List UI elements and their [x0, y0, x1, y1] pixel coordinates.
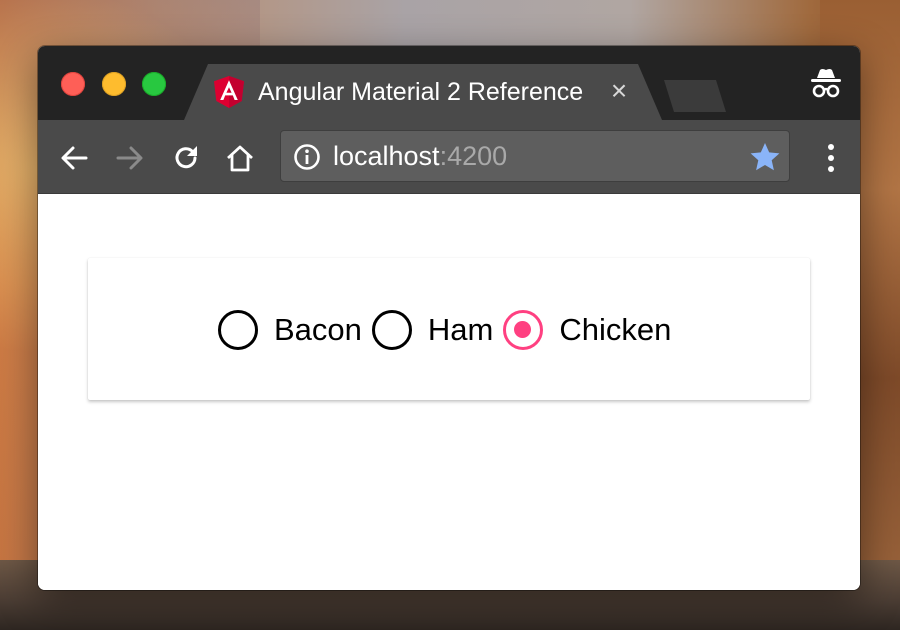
- url-port: :4200: [439, 141, 508, 171]
- menu-icon[interactable]: [826, 142, 836, 174]
- radio-card: Bacon Ham Chicken: [88, 258, 810, 400]
- tab-title: Angular Material 2 Reference: [258, 78, 584, 106]
- radio-group: Bacon Ham Chicken: [218, 310, 681, 350]
- browser-toolbar: localhost:4200: [38, 120, 860, 194]
- active-tab[interactable]: Angular Material 2 Reference ×: [184, 64, 662, 120]
- radio-option-ham[interactable]: Ham: [371, 310, 493, 350]
- address-bar[interactable]: localhost:4200: [280, 130, 790, 182]
- reload-icon[interactable]: [170, 142, 202, 174]
- radio-label[interactable]: Chicken: [559, 312, 671, 348]
- incognito-icon: [811, 69, 841, 98]
- radio-label[interactable]: Ham: [428, 312, 493, 348]
- forward-arrow-icon[interactable]: [114, 142, 146, 174]
- minimize-window-button[interactable]: [102, 72, 126, 96]
- bookmark-star-icon[interactable]: [749, 141, 781, 173]
- radio-selected-dot: [514, 321, 532, 338]
- radio-button-checked[interactable]: [503, 310, 544, 350]
- page-content: Bacon Ham Chicken: [38, 194, 860, 590]
- home-icon[interactable]: [224, 142, 256, 174]
- title-bar: Angular Material 2 Reference ×: [38, 46, 860, 120]
- radio-option-bacon[interactable]: Bacon: [218, 310, 362, 350]
- radio-button[interactable]: [218, 310, 258, 350]
- url-text[interactable]: localhost:4200: [333, 141, 507, 172]
- tab-close-icon[interactable]: ×: [604, 76, 634, 106]
- radio-label[interactable]: Bacon: [274, 312, 362, 348]
- url-host: localhost: [333, 141, 440, 171]
- angular-logo-icon: [214, 76, 244, 108]
- maximize-window-button[interactable]: [142, 72, 166, 96]
- new-tab-button[interactable]: [664, 80, 726, 112]
- info-icon[interactable]: [293, 143, 321, 171]
- browser-window: Angular Material 2 Reference × localhost…: [38, 46, 860, 590]
- radio-button[interactable]: [371, 310, 412, 350]
- back-arrow-icon[interactable]: [58, 142, 90, 174]
- radio-option-chicken[interactable]: Chicken: [503, 310, 671, 350]
- close-window-button[interactable]: [61, 72, 85, 96]
